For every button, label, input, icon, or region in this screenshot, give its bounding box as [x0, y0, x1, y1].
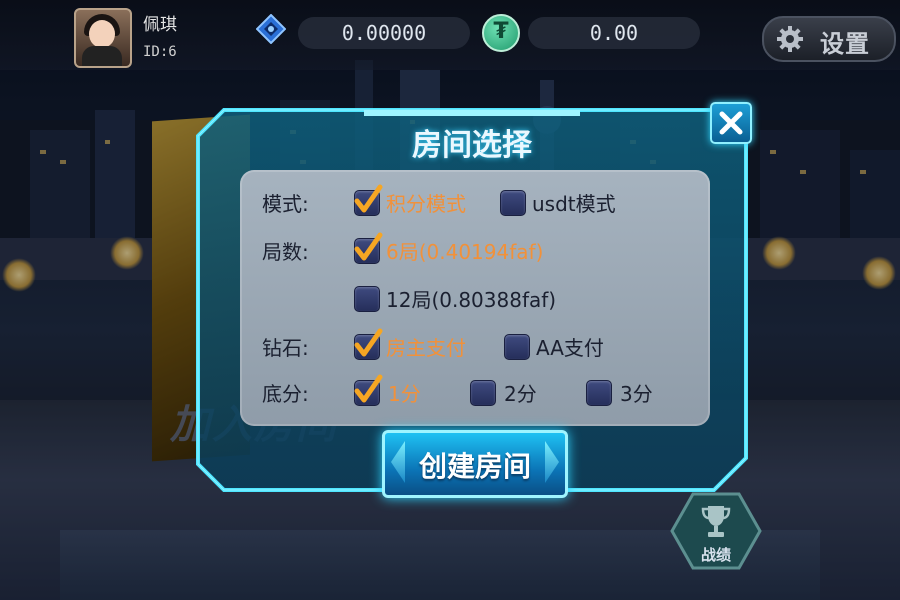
checkmark-icon [354, 374, 383, 403]
rounds-12-checkbox[interactable] [354, 286, 380, 312]
score-3-checkbox[interactable] [586, 380, 612, 406]
usdt-balance: 0.00 [528, 17, 700, 49]
avatar-body [82, 46, 122, 66]
score-1-option[interactable]: 1分 [388, 378, 421, 407]
base-score-label: 底分: [262, 382, 309, 406]
checkmark-icon [354, 184, 383, 213]
rounds-label: 局数: [262, 240, 309, 264]
mode-usdt-checkbox[interactable] [500, 190, 526, 216]
host-pay-option[interactable]: 房主支付 [386, 332, 466, 361]
mode-label: 模式: [262, 192, 309, 216]
create-room-label: 创建房间 [418, 450, 531, 483]
close-icon [719, 111, 743, 135]
create-room-button[interactable]: 创建房间 [382, 430, 568, 498]
aa-pay-option[interactable]: AA支付 [536, 332, 604, 361]
mode-points-checkbox[interactable] [354, 184, 383, 216]
rounds-6-option[interactable]: 6局(0.40194faf) [386, 236, 543, 265]
options-panel: 模式: 积分模式 usdt模式 局数: 6局(0.40194faf) 12局(0… [240, 170, 710, 426]
username: 佩琪 [143, 15, 177, 35]
score-1-checkbox[interactable] [354, 374, 383, 406]
rounds-6-checkbox[interactable] [354, 232, 383, 264]
user-id: ID:6 [143, 44, 177, 60]
stats-label: 战绩 [700, 546, 731, 564]
aa-pay-checkbox[interactable] [504, 334, 530, 360]
dialog-title: 房间选择 [412, 128, 532, 163]
host-pay-checkbox[interactable] [354, 328, 383, 360]
top-bar: 佩琪 ID:6 0.00000 ₮ 0.00 设置 [0, 0, 900, 70]
score-2-option[interactable]: 2分 [504, 378, 537, 407]
usdt-tether-icon: ₮ [482, 14, 520, 52]
diamond-payment-label: 钻石: [262, 336, 309, 360]
gear-icon [777, 26, 803, 52]
settings-button[interactable]: 设置 [762, 16, 896, 62]
room-selection-dialog: 房间选择 模式: 积分模式 usdt模式 局数: 6局(0.40194faf) … [194, 102, 752, 498]
diamond-icon [256, 14, 286, 44]
usdt-symbol: ₮ [493, 19, 509, 44]
avatar-face [89, 20, 115, 48]
score-3-option[interactable]: 3分 [620, 378, 653, 407]
rounds-12-option[interactable]: 12局(0.80388faf) [386, 284, 556, 313]
checkmark-icon [354, 328, 383, 357]
avatar[interactable] [74, 8, 132, 68]
close-button[interactable] [710, 102, 752, 144]
settings-label: 设置 [820, 30, 870, 58]
mode-points-option[interactable]: 积分模式 [386, 188, 466, 217]
score-2-checkbox[interactable] [470, 380, 496, 406]
mode-usdt-option[interactable]: usdt模式 [532, 188, 616, 217]
trophy-icon [701, 506, 731, 537]
checkmark-icon [354, 232, 383, 261]
stats-button[interactable]: 战绩 [670, 492, 762, 570]
diamond-balance: 0.00000 [298, 17, 470, 49]
